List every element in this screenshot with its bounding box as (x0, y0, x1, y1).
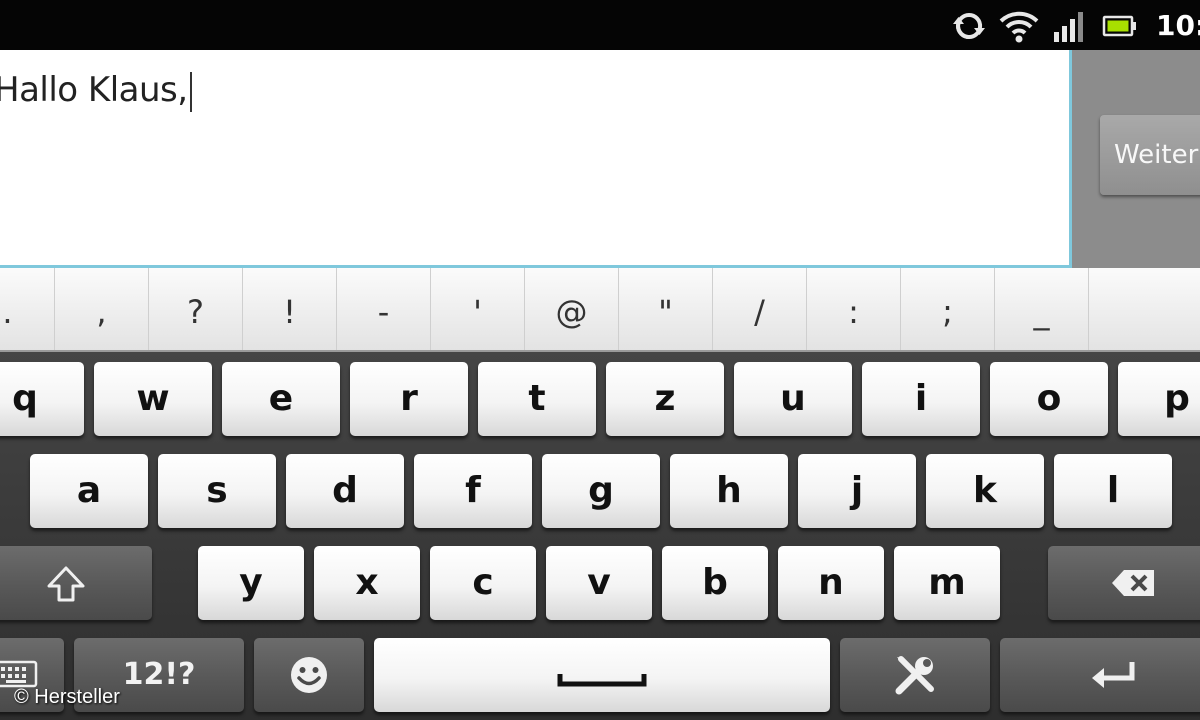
key-f[interactable]: f (414, 454, 532, 528)
key-j[interactable]: j (798, 454, 916, 528)
key-r[interactable]: r (350, 362, 468, 436)
punctuation-key[interactable]: : (806, 268, 900, 350)
message-text: Hallo Klaus, (0, 70, 188, 110)
key-q[interactable]: q (0, 362, 84, 436)
key-label: b (702, 562, 728, 603)
key-label: t (528, 378, 546, 419)
key-label: c (472, 562, 494, 603)
key-label: q (12, 378, 38, 419)
smiley-icon (254, 638, 364, 695)
key-p[interactable]: p (1118, 362, 1200, 436)
key-label: v (587, 562, 611, 603)
android-screen: 10:3 Hallo Klaus, Weiter .,?!-'@"/:;_ q w… (0, 0, 1200, 720)
keyboard-icon (0, 638, 64, 690)
punctuation-key[interactable]: . (0, 268, 54, 350)
key-e[interactable]: e (222, 362, 340, 436)
emoji-key[interactable] (254, 638, 364, 712)
key-label: x (355, 562, 379, 603)
wifi-icon (999, 11, 1039, 43)
punctuation-key[interactable]: ' (430, 268, 524, 350)
punctuation-key[interactable]: , (54, 268, 148, 350)
copyright-notice: © Hersteller (14, 686, 120, 708)
key-s[interactable]: s (158, 454, 276, 528)
key-x[interactable]: x (314, 546, 420, 620)
clock: 10:3 (1156, 9, 1200, 42)
key-c[interactable]: c (430, 546, 536, 620)
tools-icon (840, 638, 990, 697)
status-bar: 10:3 (0, 0, 1200, 50)
key-m[interactable]: m (894, 546, 1000, 620)
backspace-key[interactable] (1048, 546, 1200, 620)
punctuation-key[interactable]: - (336, 268, 430, 350)
punctuation-bar: .,?! - ' @ " /:; _ (0, 268, 1200, 352)
key-label: e (268, 378, 294, 419)
key-label: j (850, 470, 864, 511)
key-label: l (1106, 470, 1120, 511)
key-label: z (654, 378, 676, 419)
key-z[interactable]: z (606, 362, 724, 436)
key-g[interactable]: g (542, 454, 660, 528)
space-icon (374, 638, 830, 688)
key-label: d (332, 470, 358, 511)
enter-key[interactable] (1000, 638, 1200, 712)
key-label: f (465, 470, 481, 511)
key-n[interactable]: n (778, 546, 884, 620)
key-k[interactable]: k (926, 454, 1044, 528)
punctuation-key[interactable]: / (712, 268, 806, 350)
punctuation-key[interactable]: " (618, 268, 712, 350)
text-caret (189, 71, 192, 112)
keyboard: q w e r t z u i o p a s d f g h j k l y x c v b n m 12!? (0, 352, 1200, 720)
key-label: h (716, 470, 742, 511)
key-label: r (400, 378, 418, 419)
punctuation-key[interactable]: ? (148, 268, 242, 350)
punctuation-key[interactable]: _ (994, 268, 1088, 350)
punctuation-key[interactable]: ! (242, 268, 336, 350)
key-w[interactable]: w (94, 362, 212, 436)
shift-icon (0, 546, 152, 603)
key-label: u (780, 378, 806, 419)
key-y[interactable]: y (198, 546, 304, 620)
key-i[interactable]: i (862, 362, 980, 436)
key-label: w (136, 378, 170, 419)
key-v[interactable]: v (546, 546, 652, 620)
message-input[interactable]: Hallo Klaus, (0, 50, 1072, 268)
shift-key[interactable] (0, 546, 152, 620)
next-button[interactable]: Weiter (1100, 115, 1200, 195)
key-label: n (818, 562, 844, 603)
key-l[interactable]: l (1054, 454, 1172, 528)
signal-icon (1054, 12, 1083, 42)
key-label: s (206, 470, 228, 511)
backspace-icon (1048, 546, 1200, 598)
key-label: m (928, 562, 966, 603)
enter-icon (1000, 638, 1200, 690)
key-t[interactable]: t (478, 362, 596, 436)
key-a[interactable]: a (30, 454, 148, 528)
sync-icon (953, 12, 985, 39)
key-label: g (588, 470, 614, 511)
space-key[interactable] (374, 638, 830, 712)
key-d[interactable]: d (286, 454, 404, 528)
key-label: o (1036, 378, 1062, 419)
key-o[interactable]: o (990, 362, 1108, 436)
key-label: k (973, 470, 997, 511)
punctuation-key[interactable]: ; (900, 268, 994, 350)
punctuation-divider (1088, 268, 1148, 350)
key-h[interactable]: h (670, 454, 788, 528)
settings-key[interactable] (840, 638, 990, 712)
key-label: i (914, 378, 928, 419)
battery-icon (1102, 15, 1136, 37)
key-label: y (239, 562, 263, 603)
punctuation-key[interactable]: @ (524, 268, 618, 350)
key-label: a (76, 470, 102, 511)
key-u[interactable]: u (734, 362, 852, 436)
key-label: p (1164, 378, 1190, 419)
key-b[interactable]: b (662, 546, 768, 620)
